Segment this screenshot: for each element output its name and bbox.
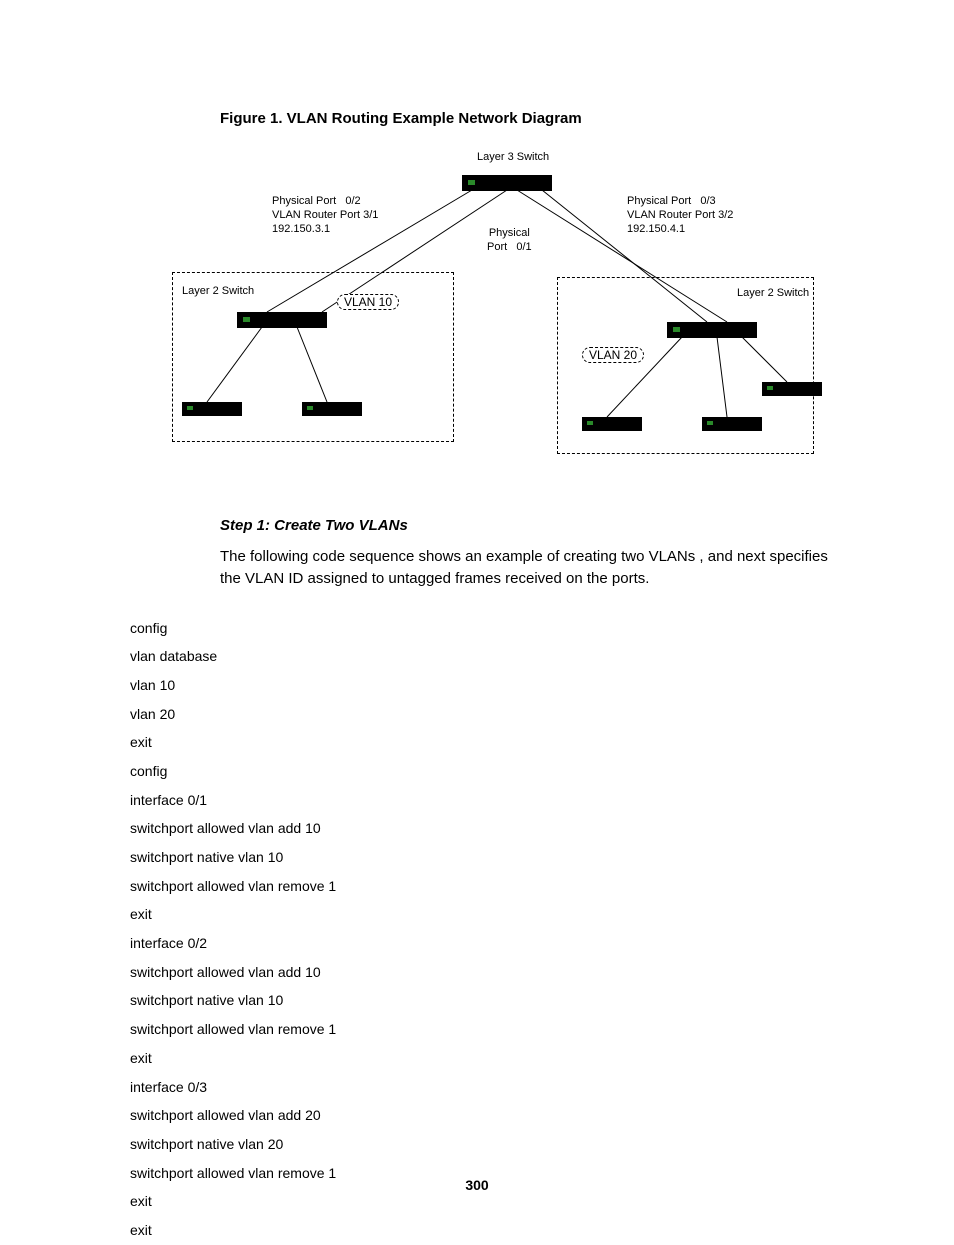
port-left-label: Physical Port 0/2VLAN Router Port 3/1192… — [272, 195, 378, 236]
host-icon — [762, 382, 822, 396]
code-line: switchport allowed vlan remove 1 — [130, 1015, 864, 1044]
code-line: interface 0/3 — [130, 1073, 864, 1102]
port-mid-label: PhysicalPort 0/1 — [487, 227, 532, 255]
code-line: vlan database — [130, 642, 864, 671]
host-icon — [582, 417, 642, 431]
code-line: switchport native vlan 20 — [130, 1130, 864, 1159]
code-block: configvlan databasevlan 10vlan 20exitcon… — [130, 614, 864, 1245]
page-number: 300 — [0, 1177, 954, 1193]
l2-left-switch-icon — [237, 312, 327, 328]
l3-switch-icon — [462, 175, 552, 191]
code-line: exit — [130, 1044, 864, 1073]
code-line: config — [130, 757, 864, 786]
l2-left-label: Layer 2 Switch — [182, 285, 254, 299]
network-diagram: Layer 3 Switch Physical Port 0/2VLAN Rou… — [187, 157, 807, 477]
host-icon — [702, 417, 762, 431]
host-icon — [302, 402, 362, 416]
code-line: switchport allowed vlan add 10 — [130, 958, 864, 987]
code-line: interface 0/2 — [130, 929, 864, 958]
figure-title: Figure 1. VLAN Routing Example Network D… — [220, 110, 864, 127]
code-line: exit — [130, 1216, 864, 1245]
host-icon — [182, 402, 242, 416]
code-line: exit — [130, 900, 864, 929]
code-line: switchport native vlan 10 — [130, 986, 864, 1015]
l3-switch-label: Layer 3 Switch — [477, 151, 549, 165]
step-description: The following code sequence shows an exa… — [220, 546, 844, 590]
code-line: interface 0/1 — [130, 786, 864, 815]
code-line: exit — [130, 728, 864, 757]
port-right-label: Physical Port 0/3VLAN Router Port 3/2192… — [627, 195, 733, 236]
code-line: config — [130, 614, 864, 643]
l2-right-label: Layer 2 Switch — [737, 287, 809, 301]
code-line: switchport native vlan 10 — [130, 843, 864, 872]
code-line: switchport allowed vlan add 10 — [130, 814, 864, 843]
l2-right-switch-icon — [667, 322, 757, 338]
vlan10-label: VLAN 10 — [337, 294, 399, 310]
code-line: vlan 10 — [130, 671, 864, 700]
step-title: Step 1: Create Two VLANs — [220, 517, 864, 534]
code-line: switchport allowed vlan remove 1 — [130, 872, 864, 901]
code-line: vlan 20 — [130, 700, 864, 729]
code-line: switchport allowed vlan add 20 — [130, 1101, 864, 1130]
vlan20-label: VLAN 20 — [582, 347, 644, 363]
